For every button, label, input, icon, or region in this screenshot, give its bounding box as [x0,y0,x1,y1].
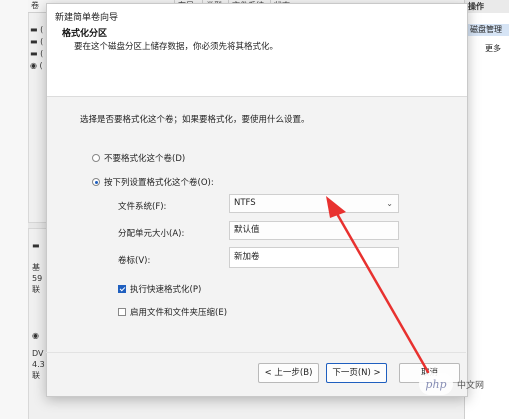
arrow-shaft [334,210,430,374]
php-logo-icon: php [419,373,453,395]
arrow-head [326,196,346,218]
annotation-arrow [326,196,430,374]
watermark: php 中文网 [419,373,484,395]
watermark-site: 中文网 [457,380,485,391]
